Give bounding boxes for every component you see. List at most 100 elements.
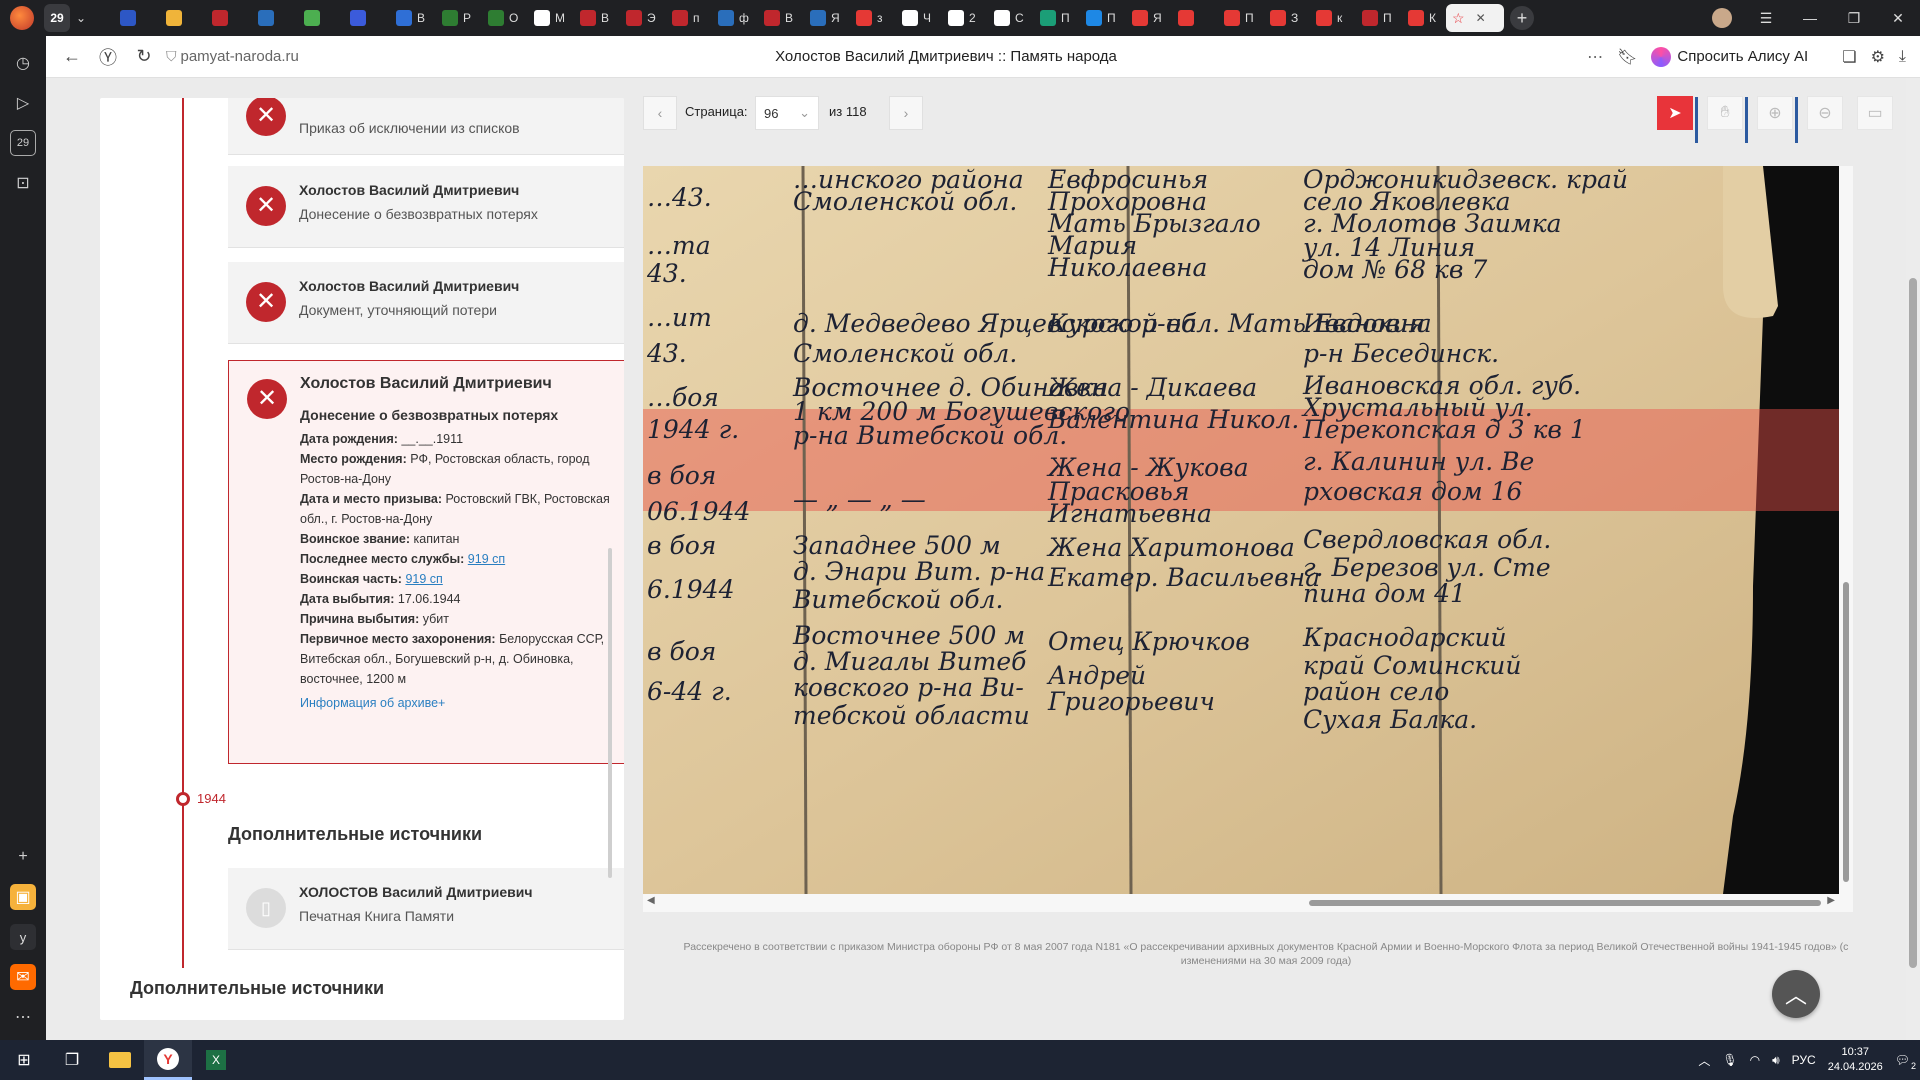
close-window-button[interactable]: ✕	[1876, 0, 1920, 36]
reload-button[interactable]: ↻	[126, 39, 162, 75]
browser-tab[interactable]: Ч	[896, 4, 940, 32]
browser-tab[interactable]: п	[666, 4, 710, 32]
menu-icon[interactable]: ☰	[1744, 0, 1788, 36]
browser-tab[interactable]: P	[436, 4, 480, 32]
ask-alice-button[interactable]: Спросить Алису AI	[1651, 46, 1808, 67]
browser-tab[interactable]: к	[1310, 4, 1354, 32]
page-select[interactable]: 96 ⌄	[755, 96, 819, 130]
panel-scrollbar[interactable]	[608, 548, 612, 878]
unit-link[interactable]: 919 сп	[468, 552, 505, 566]
browser-tab[interactable]: B	[758, 4, 802, 32]
browser-tab[interactable]: П	[1080, 4, 1124, 32]
notifications-icon[interactable]: 💬︎ 2	[1895, 1053, 1916, 1071]
doc-card-1[interactable]: ✕ Холостов Василий Дмитриевич Донесение …	[228, 166, 624, 248]
browser-tab[interactable]: В	[390, 4, 434, 32]
doc-card-active[interactable]: ✕ Холостов Василий Дмитриевич Донесение …	[228, 360, 624, 764]
wifi-icon[interactable]: ◠	[1750, 1053, 1760, 1067]
browser-tab[interactable]	[114, 4, 158, 32]
browser-tab[interactable]: B	[574, 4, 618, 32]
page-scroll-thumb[interactable]	[1909, 278, 1917, 968]
archive-info-link[interactable]: Информация об архиве+	[300, 693, 624, 713]
browser-tab[interactable]: З	[1264, 4, 1308, 32]
file-explorer-icon[interactable]	[96, 1040, 144, 1080]
back-button[interactable]: ←	[54, 39, 90, 75]
extra-source-card[interactable]: ▯ ХОЛОСТОВ Василий Дмитриевич Печатная К…	[228, 868, 624, 950]
browser-profile-icon[interactable]	[10, 6, 34, 30]
url-field[interactable]: pamyat-naroda.ru	[181, 48, 299, 65]
vscroll-thumb[interactable]	[1843, 582, 1849, 882]
add-panel-icon[interactable]: +	[10, 844, 36, 870]
more-icon[interactable]: ⋯	[10, 1004, 36, 1030]
fullscreen-button[interactable]: ▭	[1857, 96, 1893, 130]
image-vertical-scrollbar[interactable]	[1839, 166, 1853, 912]
scroll-right-icon[interactable]: ▶	[1827, 895, 1835, 906]
browser-tab[interactable]	[206, 4, 250, 32]
task-view-icon[interactable]: ❐	[48, 1040, 96, 1080]
volume-icon[interactable]: 🔊︎	[1772, 1053, 1780, 1068]
bookmark-icon[interactable]: 🔖︎	[1617, 47, 1637, 67]
image-horizontal-scrollbar[interactable]: ◀ ▶	[643, 894, 1839, 912]
browser-tab[interactable]: П	[1034, 4, 1078, 32]
app-icon-1[interactable]: ▣	[10, 884, 36, 910]
zoom-out-button[interactable]: ⊖	[1807, 96, 1843, 130]
windows-start-icon[interactable]: ⊞	[0, 1040, 48, 1080]
tray-expand-icon[interactable]: ︿	[1698, 1052, 1710, 1069]
pointer-tool-button[interactable]: ➤	[1657, 96, 1698, 143]
browser-tab[interactable]: П	[1356, 4, 1400, 32]
doc-card-0[interactable]: ✕ Приказ об исключении из списков	[228, 98, 624, 155]
browser-tab[interactable]	[344, 4, 388, 32]
browser-tab[interactable]	[298, 4, 342, 32]
browser-tab[interactable]: П	[1218, 4, 1262, 32]
clock[interactable]: 10:37 24.04.2026	[1828, 1045, 1883, 1075]
yandex-browser-icon[interactable]: Y	[144, 1040, 192, 1080]
close-icon[interactable]: ✕	[1476, 11, 1486, 25]
restore-button[interactable]: ❐	[1832, 0, 1876, 36]
browser-tab[interactable]: M	[528, 4, 572, 32]
hscroll-thumb[interactable]	[1309, 900, 1821, 906]
shield-icon[interactable]: ⛉	[166, 48, 177, 65]
scroll-left-icon[interactable]: ◀	[647, 895, 655, 906]
browser-tab[interactable]: С	[988, 4, 1032, 32]
history-icon[interactable]: ◷	[10, 50, 36, 76]
unit-link[interactable]: 919 сп	[405, 572, 442, 586]
tab-active[interactable]: ☆ ✕	[1446, 4, 1504, 32]
collections-icon[interactable]: ❏	[1842, 47, 1856, 67]
scroll-to-top-button[interactable]: ︿	[1772, 970, 1820, 1018]
app-icon-3[interactable]: ✉	[10, 964, 36, 990]
downloads-icon[interactable]: ⤓	[1899, 48, 1906, 66]
field-list: Дата рождения: __.__.1911 Место рождения:…	[300, 429, 624, 689]
tab-list-chevron-icon[interactable]: ⌄	[70, 4, 114, 32]
browser-tab[interactable]: Э	[620, 4, 664, 32]
browser-tab[interactable]: 2	[942, 4, 986, 32]
pan-tool-button[interactable]: ✋︎	[1707, 96, 1748, 143]
tab-counter[interactable]: 29	[44, 4, 70, 32]
browser-tab[interactable]: з	[850, 4, 894, 32]
excel-icon[interactable]: X	[192, 1040, 240, 1080]
browser-tab[interactable]: Я	[804, 4, 848, 32]
play-icon[interactable]: ▷	[10, 90, 36, 116]
new-tab-button[interactable]: +	[1510, 6, 1534, 30]
browser-tab[interactable]	[252, 4, 296, 32]
more-icon[interactable]: ⋯	[1587, 47, 1603, 67]
language-indicator[interactable]: РУС	[1792, 1053, 1816, 1067]
browser-tab[interactable]: К	[1402, 4, 1446, 32]
browser-tab[interactable]: Я	[1126, 4, 1170, 32]
browser-tab[interactable]	[160, 4, 204, 32]
browser-tab[interactable]: ф	[712, 4, 756, 32]
browser-tab[interactable]: O	[482, 4, 526, 32]
zoom-in-button[interactable]: ⊕	[1757, 96, 1798, 143]
avatar[interactable]	[1700, 0, 1744, 36]
browser-tab[interactable]	[1172, 4, 1216, 32]
archive-document-image[interactable]: …43. …та 43. …ит 43. …боя 1944 г. в боя 06.1944 в…	[643, 166, 1839, 894]
extensions-icon[interactable]: ⚙	[1871, 47, 1885, 67]
minimize-button[interactable]: —	[1788, 0, 1832, 36]
page-scrollbar[interactable]	[1906, 78, 1920, 1040]
microphone-icon[interactable]: 🎙︎	[1722, 1053, 1737, 1067]
screenshot-icon[interactable]: ⊡	[10, 170, 36, 196]
app-icon-2[interactable]: у	[10, 924, 36, 950]
doc-card-2[interactable]: ✕ Холостов Василий Дмитриевич Документ, …	[228, 262, 624, 344]
prev-page-button[interactable]: ‹	[643, 96, 677, 130]
tabs-badge[interactable]: 29	[10, 130, 36, 156]
next-page-button[interactable]: ›	[889, 96, 923, 130]
yandex-icon[interactable]: Ⓨ	[90, 39, 126, 75]
